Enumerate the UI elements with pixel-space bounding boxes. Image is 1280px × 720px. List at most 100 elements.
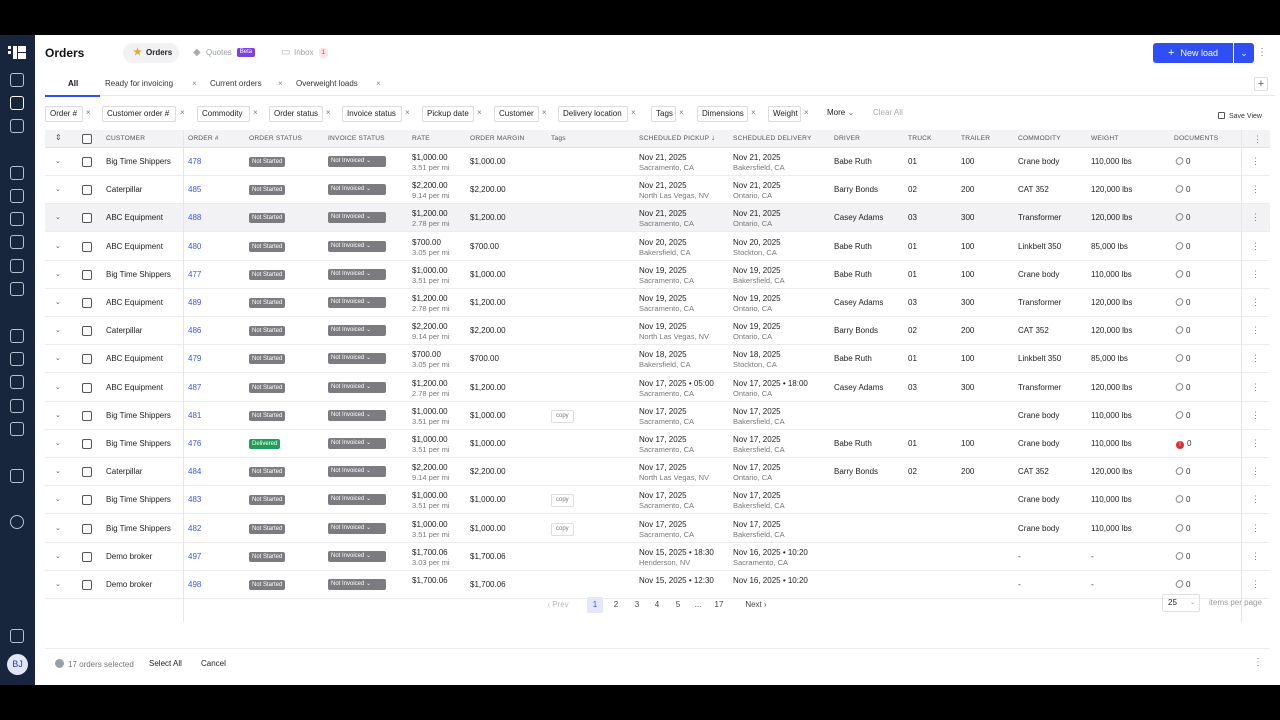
column-header-truck[interactable]: Truck (908, 135, 932, 142)
order-number-link[interactable]: 498 (188, 580, 201, 589)
order-number-link[interactable]: 482 (188, 524, 201, 533)
table-row[interactable]: ⌄ Big Time Shippers 476 Delivered Not Invoic… (45, 430, 1270, 458)
table-row[interactable]: ⌄ Caterpillar 486 Not Started Not Invoiced ⌄… (45, 317, 1270, 346)
new-load-dropdown-button[interactable]: ⌄ (1234, 43, 1254, 63)
invoice-status-dropdown[interactable]: Not Invoiced ⌄ (328, 438, 386, 449)
row-checkbox[interactable] (82, 439, 92, 449)
close-tab-icon[interactable]: × (376, 79, 381, 88)
table-row[interactable]: ⌄ Big Time Shippers 478 Not Started Not Invo… (45, 148, 1270, 176)
column-header-customer[interactable]: Customer (106, 135, 145, 142)
expand-row-icon[interactable]: ⌄ (55, 354, 61, 362)
expand-row-icon[interactable]: ⌄ (55, 270, 61, 278)
column-header-documents[interactable]: Documents (1174, 135, 1218, 142)
help-icon[interactable] (10, 515, 24, 529)
row-checkbox[interactable] (82, 213, 92, 224)
row-actions-icon[interactable]: ⋮ (1251, 241, 1260, 252)
table-row[interactable]: ⌄ Big Time Shippers 482 Not Started Not Invo… (45, 515, 1270, 543)
tab-inbox[interactable]: ▭ Inbox 1 (271, 43, 341, 63)
row-actions-icon[interactable]: ⋮ (1251, 551, 1260, 562)
invoice-status-dropdown[interactable]: Not Invoiced ⌄ (328, 550, 386, 562)
column-header-order-status[interactable]: Order Status (249, 135, 302, 142)
column-header-rate[interactable]: Rate (412, 135, 430, 142)
file-icon[interactable] (10, 469, 24, 483)
invoice-status-dropdown[interactable]: Not Invoiced ⌄ (328, 297, 386, 308)
view-tab-ready-for-invoicing[interactable]: Ready for invoicing (105, 79, 173, 88)
home-icon[interactable] (10, 73, 24, 87)
invoice-status-dropdown[interactable]: Not Invoiced ⌄ (328, 212, 386, 224)
row-checkbox[interactable] (82, 185, 92, 196)
invoice-status-dropdown[interactable]: Not Invoiced ⌄ (328, 579, 386, 590)
document-icon[interactable] (10, 259, 24, 273)
invoice-status-dropdown[interactable]: Not Invoiced ⌄ (328, 409, 386, 421)
page-button-2[interactable]: 2 (608, 597, 624, 613)
location-pin-icon[interactable] (10, 189, 24, 203)
more-options-icon[interactable]: ⋮ (1253, 658, 1263, 668)
filter-chip-order-number[interactable]: Order # (45, 106, 83, 122)
row-checkbox[interactable] (82, 410, 92, 421)
filter-chip-commodity[interactable]: Commodity (197, 106, 250, 122)
order-number-link[interactable]: 481 (188, 411, 201, 420)
invoice-status-dropdown[interactable]: Not Invoiced ⌄ (328, 156, 386, 167)
tab-orders[interactable]: ★ Orders (123, 43, 179, 63)
next-page-button[interactable]: Next › (739, 597, 773, 613)
row-actions-icon[interactable]: ⋮ (1251, 466, 1260, 477)
documents-cell[interactable]: 0 (1174, 578, 1190, 590)
cancel-button[interactable]: Cancel (201, 659, 226, 668)
filter-chip-customer-order[interactable]: Customer order # (102, 106, 176, 122)
table-row[interactable]: ⌄ ABC Equipment 488 Not Started Not Invoiced… (45, 204, 1270, 233)
invoice-status-dropdown[interactable]: Not Invoiced ⌄ (328, 522, 386, 534)
column-header-weight[interactable]: Weight (1091, 135, 1119, 142)
bell-icon[interactable] (10, 629, 24, 643)
invoice-status-dropdown[interactable]: Not Invoiced ⌄ (328, 353, 386, 365)
remove-filter-icon[interactable]: × (804, 108, 809, 117)
row-checkbox[interactable] (82, 495, 92, 506)
globe-icon[interactable] (10, 212, 24, 226)
order-number-link[interactable]: 476 (188, 439, 201, 448)
filter-chip-weight[interactable]: Weight (768, 106, 801, 122)
order-number-link[interactable]: 479 (188, 354, 201, 363)
report-icon[interactable] (10, 329, 24, 343)
expand-row-icon[interactable]: ⌄ (55, 439, 61, 447)
expand-row-icon[interactable]: ⌄ (55, 580, 61, 588)
expand-row-icon[interactable]: ⌄ (55, 157, 61, 165)
table-row[interactable]: ⌄ ABC Equipment 479 Not Started Not Invoiced… (45, 345, 1270, 374)
remove-filter-icon[interactable]: × (326, 108, 331, 117)
filter-chip-pickup-date[interactable]: Pickup date (422, 106, 474, 122)
expand-row-icon[interactable]: ⌄ (55, 383, 61, 391)
filter-chip-dimensions[interactable]: Dimensions (697, 106, 748, 122)
row-checkbox[interactable] (82, 551, 92, 562)
table-row[interactable]: ⌄ Big Time Shippers 477 Not Started Not Invo… (45, 261, 1270, 289)
truck-icon[interactable] (10, 235, 24, 249)
column-header-invoice-status[interactable]: Invoice Status (328, 135, 385, 142)
expand-row-icon[interactable]: ⌄ (55, 213, 61, 221)
tag-chip[interactable]: copy (551, 409, 574, 423)
documents-cell[interactable]: 0 (1174, 324, 1190, 336)
column-header-scheduled-delivery[interactable]: Scheduled Delivery (733, 135, 812, 142)
table-row[interactable]: ⌄ Demo broker 497 Not Started Not Invoiced ⌄… (45, 543, 1270, 571)
expand-row-icon[interactable]: ⌄ (55, 298, 61, 306)
expand-row-icon[interactable]: ⌄ (55, 467, 61, 475)
expand-row-icon[interactable]: ⌄ (55, 242, 61, 250)
remove-filter-icon[interactable]: × (679, 108, 684, 117)
dollar-icon[interactable] (10, 422, 24, 436)
row-actions-icon[interactable]: ⋮ (1251, 184, 1260, 195)
row-checkbox[interactable] (82, 467, 92, 478)
row-actions-icon[interactable]: ⋮ (1251, 494, 1260, 505)
table-row[interactable]: ⌄ Demo broker 498 Not Started Not Invoiced ⌄… (45, 571, 1270, 599)
close-tab-icon[interactable]: × (278, 79, 283, 88)
page-button-1[interactable]: 1 (587, 597, 603, 613)
remove-filter-icon[interactable]: × (253, 108, 258, 117)
add-view-button[interactable]: + (1254, 77, 1268, 91)
more-options-icon[interactable]: ⋮ (1257, 48, 1267, 58)
remove-filter-icon[interactable]: × (631, 108, 636, 117)
expand-row-icon[interactable]: ⌄ (55, 326, 61, 334)
tag-chip[interactable]: copy (551, 522, 574, 536)
documents-cell[interactable]: ! 0 (1176, 439, 1191, 449)
row-actions-icon[interactable]: ⋮ (1251, 438, 1260, 449)
app-logo[interactable] (8, 44, 26, 59)
remove-filter-icon[interactable]: × (86, 108, 91, 117)
items-per-page-select[interactable]: 25 ⌄ (1162, 594, 1200, 612)
sort-descending-icon[interactable]: ↓ (711, 133, 715, 142)
order-number-link[interactable]: 486 (188, 326, 201, 335)
table-row[interactable]: ⌄ Big Time Shippers 481 Not Started Not Invo… (45, 402, 1270, 430)
